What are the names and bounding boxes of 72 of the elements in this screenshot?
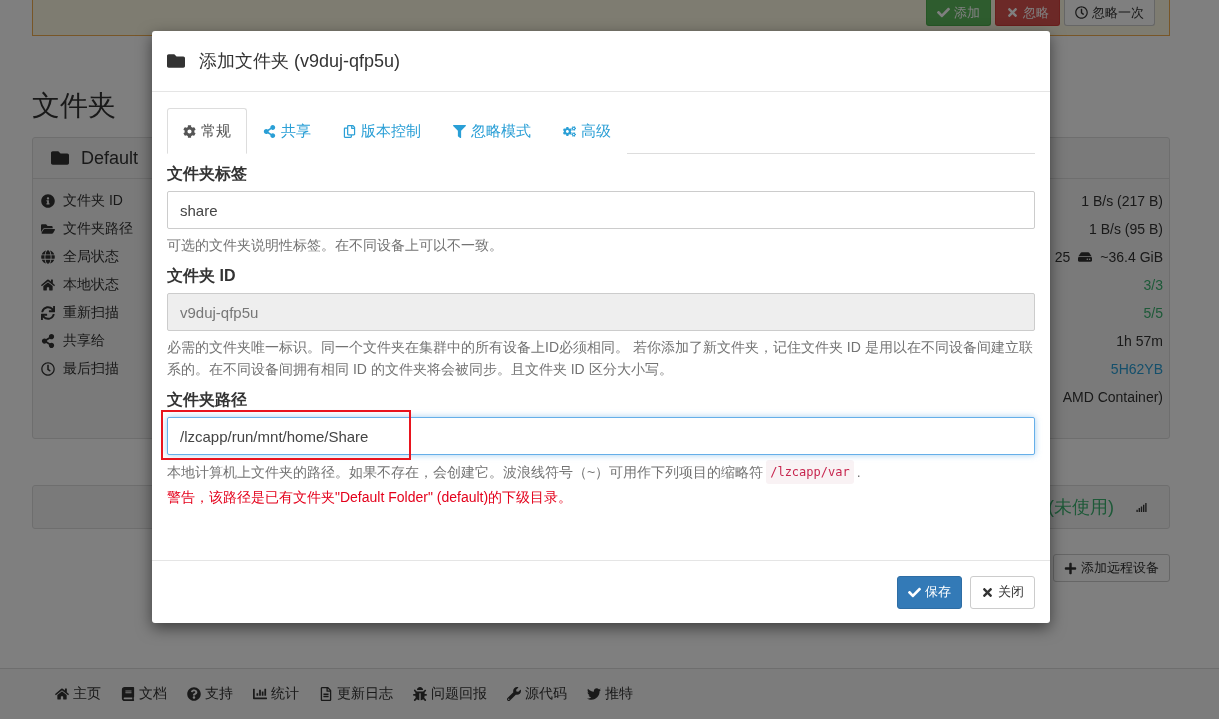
text-field[interactable]: v9duj-qfp5u: [167, 293, 1035, 331]
value-text: 5/5: [1143, 305, 1163, 321]
value-text: ~36.4 GiB: [1100, 249, 1163, 265]
warning-text: 警告，该路径是已有文件夹"Default Folder" (default)的下级目录。: [167, 488, 574, 507]
signal-icon: [1136, 501, 1147, 513]
dialog-title: 添加文件夹 (v9duj-qfp5u): [199, 50, 401, 73]
row-label: 本地状态: [63, 276, 119, 294]
tab[interactable]: 常规: [167, 108, 247, 154]
row-label: 文件夹路径: [63, 220, 133, 238]
footer-link[interactable]: 源代码: [507, 685, 567, 703]
field-label: 文件夹标签: [167, 164, 248, 184]
help-text: .: [856, 463, 861, 482]
folder-name: Default: [81, 147, 139, 169]
footer-link[interactable]: 支持: [187, 685, 233, 703]
footer-link[interactable]: 主页: [55, 685, 101, 703]
share-icon: [263, 124, 276, 138]
gear-icon: [183, 124, 196, 138]
check-icon: [908, 585, 921, 599]
row-label: 重新扫描: [63, 304, 119, 322]
folder-icon: [41, 222, 55, 236]
value-text: 25: [1054, 249, 1071, 265]
info-icon: [41, 194, 55, 208]
row-label: 共享给: [63, 332, 105, 350]
wrench-icon: [507, 687, 521, 701]
text-field[interactable]: /lzcapp/run/mnt/home/Share: [167, 417, 1035, 455]
close-button[interactable]: 关闭: [970, 575, 1035, 609]
help-icon: [187, 687, 201, 701]
filter-icon: [453, 124, 466, 138]
plus-icon: [1064, 561, 1077, 575]
check-icon: [937, 6, 950, 19]
home-icon: [41, 278, 55, 292]
share-icon: [41, 334, 55, 348]
clock-icon: [1075, 6, 1088, 19]
field-label: 文件夹 ID: [167, 266, 237, 286]
close-icon: [1006, 6, 1019, 19]
folder-icon: [51, 149, 69, 167]
close-icon: [981, 585, 994, 599]
help-text: 必需的文件夹唯一标识。同一个文件夹在集群中的所有设备上ID必须相同。 若你添加了新文件夹，记住文件夹 ID 是用以在不同设备间建立联系的。在不同设备间拥有相同 ID 的文件夹将会被同步。且文件夹 ID 区分大小写。: [167, 338, 1034, 379]
value-text: 1h 57m: [1116, 333, 1163, 349]
row-label: 文件夹 ID: [63, 192, 123, 210]
globe-icon: [41, 250, 55, 264]
value-text: 1 B/s (95 B): [1089, 221, 1163, 237]
home-icon: [55, 687, 69, 701]
field-label: 文件夹路径: [167, 390, 248, 410]
value-text: 1 B/s (217 B): [1081, 193, 1163, 209]
code-text: /lzcapp/var: [766, 460, 854, 484]
footer-link[interactable]: 问题回报: [413, 685, 487, 703]
add-device-button[interactable]: 添加远程设备: [1053, 554, 1170, 582]
footer-link[interactable]: 更新日志: [319, 685, 393, 703]
save-button[interactable]: 保存: [897, 575, 962, 609]
bar-chart-icon: [253, 687, 267, 701]
page-title: 文件夹: [32, 89, 117, 123]
clock-icon: [41, 362, 55, 376]
document-icon: [319, 687, 333, 701]
help-text: 可选的文件夹说明性标签。在不同设备上可以不一致。: [167, 236, 504, 255]
footer-link[interactable]: 统计: [253, 685, 299, 703]
book-icon: [121, 687, 135, 701]
value-text: AMD Container): [1062, 389, 1163, 405]
bird-icon: [587, 687, 601, 701]
value-text: 3/3: [1143, 277, 1163, 293]
copy-icon: [343, 124, 356, 138]
row-label: 最后扫描: [63, 360, 119, 378]
bug-icon: [413, 687, 427, 701]
help-text: 本地计算机上文件夹的路径。如果不存在，会创建它。波浪线符号（~）可用作下列项目的缩略符: [167, 463, 764, 482]
footer-link[interactable]: 文档: [121, 685, 167, 703]
text-field[interactable]: share: [167, 191, 1035, 229]
gears-icon: [563, 124, 576, 138]
refresh-icon: [41, 306, 55, 320]
footer-link[interactable]: 推特: [587, 685, 633, 703]
row-label: 全局状态: [63, 248, 119, 266]
notice-button[interactable]: 忽略: [995, 0, 1060, 26]
folder-icon: [167, 52, 185, 70]
